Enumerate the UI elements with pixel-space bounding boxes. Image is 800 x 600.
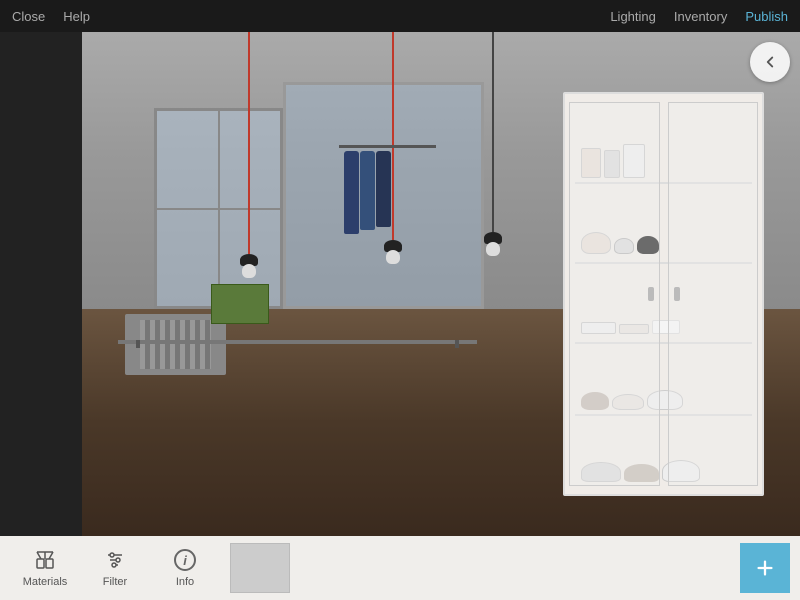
cabinet-handle-left xyxy=(648,287,654,301)
back-button[interactable] xyxy=(750,42,790,82)
filter-label: Filter xyxy=(103,576,127,588)
window-left xyxy=(154,108,283,310)
jacket-3 xyxy=(376,151,391,227)
plus-icon xyxy=(754,557,776,579)
help-button[interactable]: Help xyxy=(63,9,90,24)
room-scene xyxy=(82,32,800,536)
top-bar: Close Help Lighting Inventory Publish xyxy=(0,0,800,32)
cabinet xyxy=(563,92,764,495)
left-panel xyxy=(0,32,82,536)
close-button[interactable]: Close xyxy=(12,9,45,24)
toolbar-materials[interactable]: Materials xyxy=(10,536,80,600)
work-table xyxy=(118,340,477,344)
top-bar-right: Lighting Inventory Publish xyxy=(610,9,788,24)
info-label: Info xyxy=(176,576,194,588)
jacket-2 xyxy=(360,151,375,230)
lamp-1 xyxy=(240,32,258,309)
box-on-table xyxy=(211,284,268,324)
lamp-3 xyxy=(484,32,502,309)
filter-icon xyxy=(103,548,127,572)
toolbar-filter[interactable]: Filter xyxy=(80,536,150,600)
top-bar-left: Close Help xyxy=(12,9,90,24)
bottom-toolbar: Materials Filter i Info xyxy=(0,536,800,600)
clothing-rack xyxy=(333,133,441,284)
share-icon xyxy=(761,53,779,71)
viewport xyxy=(82,32,800,536)
jacket-1 xyxy=(344,151,359,234)
inventory-button[interactable]: Inventory xyxy=(674,9,727,24)
cabinet-door-right[interactable] xyxy=(668,102,759,485)
toolbar-preview-thumbnail[interactable] xyxy=(230,543,290,593)
publish-button[interactable]: Publish xyxy=(745,9,788,24)
toolbar-info[interactable]: i Info xyxy=(150,536,220,600)
materials-icon xyxy=(33,548,57,572)
lighting-button[interactable]: Lighting xyxy=(610,9,656,24)
add-button[interactable] xyxy=(740,543,790,593)
cabinet-door-left[interactable] xyxy=(569,102,660,485)
cabinet-handle-right xyxy=(674,287,680,301)
info-icon: i xyxy=(173,548,197,572)
materials-label: Materials xyxy=(23,576,68,588)
